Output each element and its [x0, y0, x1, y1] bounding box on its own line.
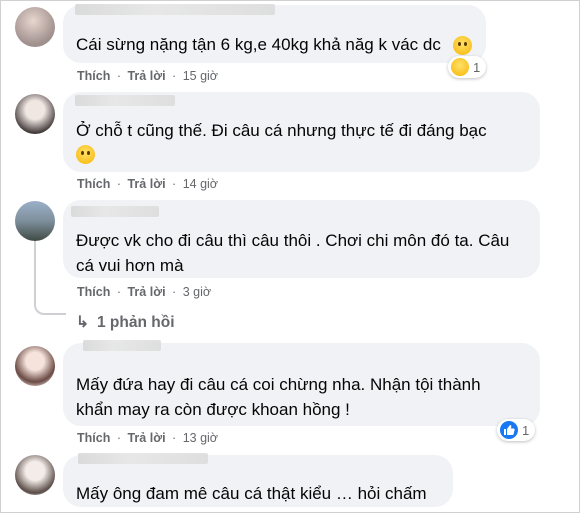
- timestamp[interactable]: 3 giờ: [183, 285, 211, 299]
- comment-actions: Thích · Trả lời · 13 giờ: [77, 431, 219, 445]
- avatar[interactable]: [15, 7, 55, 47]
- timestamp[interactable]: 14 giờ: [183, 177, 218, 191]
- like-button[interactable]: Thích: [77, 431, 110, 445]
- comment-text: Được vk cho đi câu thì câu thôi . Chơi c…: [76, 231, 510, 275]
- like-button[interactable]: Thích: [77, 285, 110, 299]
- avatar[interactable]: [15, 94, 55, 134]
- comment-actions: Thích · Trả lời · 3 giờ: [77, 285, 212, 299]
- like-icon: [500, 421, 518, 439]
- like-button[interactable]: Thích: [77, 177, 110, 191]
- comment-text: Mấy đứa hay đi câu cá coi chừng nha. Nhậ…: [76, 375, 481, 419]
- smile-emoji-icon: [76, 145, 95, 164]
- comment-text: Mấy ông đam mê câu cá thật kiểu … hỏi ch…: [76, 484, 427, 503]
- comment-text: Cái sừng nặng tận 6 kg,e 40kg khả năg k …: [76, 35, 441, 54]
- comment-actions: Thích · Trả lời · 15 giờ: [77, 69, 219, 83]
- comment-actions: Thích · Trả lời · 14 giờ: [77, 177, 219, 191]
- blurred-author-name[interactable]: [78, 453, 208, 464]
- avatar[interactable]: [15, 346, 55, 386]
- blurred-author-name[interactable]: [71, 206, 159, 217]
- blurred-author-name[interactable]: [83, 340, 161, 351]
- comment-text: Ở chỗ t cũng thế. Đi câu cá nhưng thực t…: [76, 121, 487, 140]
- reply-button[interactable]: Trả lời: [127, 285, 165, 299]
- avatar[interactable]: [15, 201, 55, 241]
- timestamp[interactable]: 13 giờ: [183, 431, 218, 445]
- reply-button[interactable]: Trả lời: [127, 177, 165, 191]
- timestamp[interactable]: 15 giờ: [183, 69, 218, 83]
- reply-button[interactable]: Trả lời: [127, 431, 165, 445]
- reaction-count[interactable]: 1: [497, 419, 536, 441]
- thread-connector: [34, 241, 66, 315]
- reaction-count[interactable]: 1: [448, 56, 487, 78]
- avatar[interactable]: [15, 455, 55, 495]
- view-replies-link[interactable]: ↳ 1 phản hồi: [76, 313, 175, 332]
- like-button[interactable]: Thích: [77, 69, 110, 83]
- reply-button[interactable]: Trả lời: [127, 69, 165, 83]
- reply-arrow-icon: ↳: [76, 314, 89, 331]
- smile-emoji-icon: [453, 36, 472, 55]
- blurred-author-name[interactable]: [75, 95, 175, 106]
- haha-icon: [451, 58, 469, 76]
- blurred-author-name[interactable]: [75, 4, 275, 15]
